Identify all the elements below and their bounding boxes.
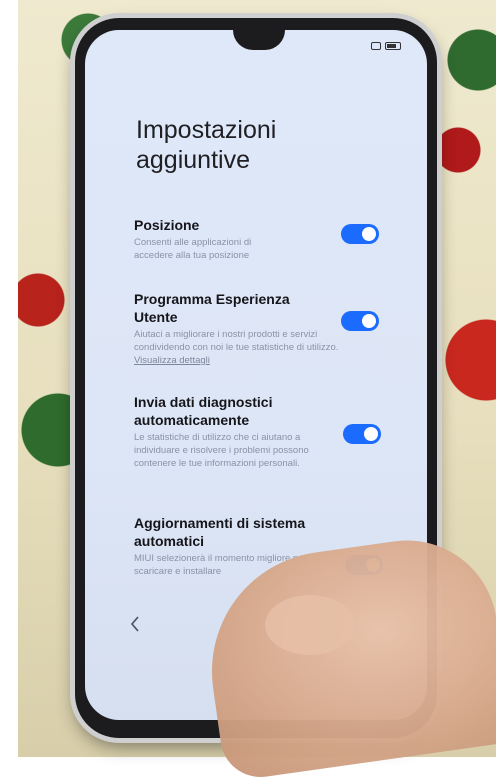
status-bar [371, 42, 401, 50]
toggle-knob [364, 427, 378, 441]
setting-title: Aggiornamenti di sistema automatici [134, 515, 306, 549]
chevron-left-icon[interactable] [129, 616, 149, 636]
camera-notch [233, 30, 285, 50]
view-details-link[interactable]: Visualizza dettagli [134, 355, 210, 366]
setting-title: Programma Esperienza Utente [134, 291, 290, 325]
setting-description: Le statistiche di utilizzo che ci aiutan… [134, 432, 309, 469]
toggle-knob [362, 314, 376, 328]
setting-description: Consenti alle applicazioni di accedere a… [134, 237, 252, 261]
status-icon [371, 42, 381, 50]
toggle-knob [362, 227, 376, 241]
location-toggle[interactable] [341, 224, 379, 244]
setting-description-block: Aiutaci a migliorare i nostri prodotti e… [134, 328, 339, 367]
user-experience-toggle[interactable] [341, 311, 379, 331]
setting-diagnostics: Invia dati diagnostici automaticamente L… [134, 393, 324, 470]
back-arrow-glyph [130, 616, 139, 632]
setting-description: Aiutaci a migliorare i nostri prodotti e… [134, 329, 339, 353]
diagnostics-toggle[interactable] [343, 424, 381, 444]
page-title: Impostazioni aggiuntive [136, 116, 277, 174]
hand-knuckle [265, 595, 355, 655]
setting-title: Invia dati diagnostici automaticamente [134, 394, 273, 428]
setting-user-experience: Programma Esperienza Utente Aiutaci a mi… [134, 290, 338, 367]
battery-icon [385, 42, 401, 50]
